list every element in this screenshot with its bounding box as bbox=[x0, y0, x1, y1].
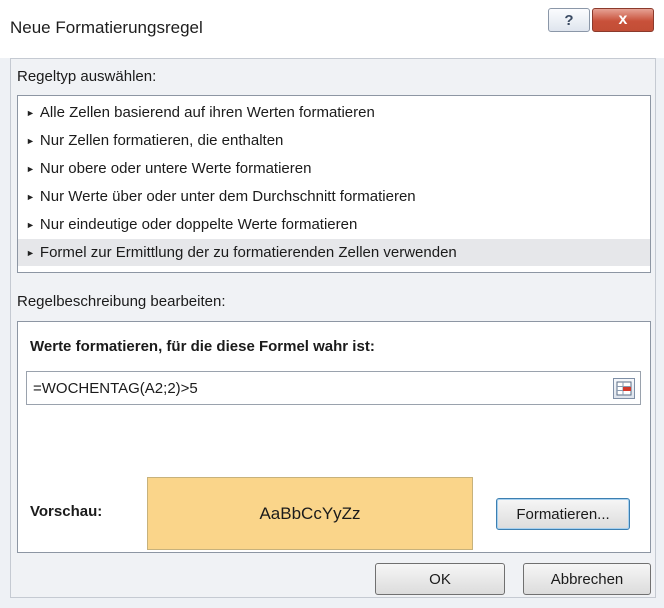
bullet-icon: ► bbox=[26, 247, 35, 258]
rule-type-item-label: Nur Zellen formatieren, die enthalten bbox=[39, 132, 284, 149]
rule-description-panel: Werte formatieren, für die diese Formel … bbox=[17, 321, 651, 553]
ok-button[interactable]: OK bbox=[375, 563, 505, 595]
formula-heading: Werte formatieren, für die diese Formel … bbox=[30, 338, 375, 355]
format-button[interactable]: Formatieren... bbox=[496, 498, 630, 530]
range-select-icon bbox=[616, 381, 632, 396]
bullet-icon: ► bbox=[26, 163, 35, 174]
rule-type-list[interactable]: ► Alle Zellen basierend auf ihren Werten… bbox=[17, 95, 651, 273]
cancel-button[interactable]: Abbrechen bbox=[523, 563, 651, 595]
cancel-button-label: Abbrechen bbox=[550, 570, 624, 588]
title-bar[interactable]: Neue Formatierungsregel ? x bbox=[0, 0, 664, 58]
cell-reference-button[interactable] bbox=[613, 378, 635, 399]
formula-input[interactable]: =WOCHENTAG(A2;2)>5 bbox=[26, 371, 641, 405]
rule-type-label: Regeltyp auswählen: bbox=[17, 68, 157, 85]
help-icon: ? bbox=[564, 11, 574, 29]
rule-type-item-label: Nur Werte über oder unter dem Durchschni… bbox=[39, 188, 416, 205]
rule-type-item[interactable]: ► Nur obere oder untere Werte formatiere… bbox=[18, 155, 650, 182]
rule-type-item-label: Nur eindeutige oder doppelte Werte forma… bbox=[39, 216, 358, 233]
rule-type-item-label: Alle Zellen basierend auf ihren Werten f… bbox=[39, 104, 375, 121]
rule-type-item[interactable]: ► Nur Zellen formatieren, die enthalten bbox=[18, 127, 650, 154]
rule-type-item-label: Formel zur Ermittlung der zu formatieren… bbox=[39, 244, 457, 261]
rule-type-item-selected[interactable]: ► Formel zur Ermittlung der zu formatier… bbox=[18, 239, 650, 266]
preview-sample-text: AaBbCcYyZz bbox=[259, 503, 361, 523]
close-button[interactable]: x bbox=[592, 8, 654, 32]
preview-label: Vorschau: bbox=[30, 503, 103, 520]
rule-type-item[interactable]: ► Nur eindeutige oder doppelte Werte for… bbox=[18, 211, 650, 238]
bullet-icon: ► bbox=[26, 107, 35, 118]
dialog-window: Neue Formatierungsregel ? x Regeltyp aus… bbox=[0, 0, 664, 608]
ok-button-label: OK bbox=[429, 570, 451, 588]
bullet-icon: ► bbox=[26, 135, 35, 146]
dialog-title: Neue Formatierungsregel bbox=[10, 18, 203, 37]
bullet-icon: ► bbox=[26, 191, 35, 202]
close-icon: x bbox=[618, 11, 628, 28]
formula-value: =WOCHENTAG(A2;2)>5 bbox=[33, 380, 198, 397]
preview-sample: AaBbCcYyZz bbox=[147, 477, 473, 550]
rule-type-item[interactable]: ► Alle Zellen basierend auf ihren Werten… bbox=[18, 99, 650, 126]
bullet-icon: ► bbox=[26, 219, 35, 230]
rule-type-item-label: Nur obere oder untere Werte formatieren bbox=[39, 160, 312, 177]
rule-type-item[interactable]: ► Nur Werte über oder unter dem Durchsch… bbox=[18, 183, 650, 210]
format-button-label: Formatieren... bbox=[516, 505, 610, 523]
rule-description-label: Regelbeschreibung bearbeiten: bbox=[17, 293, 226, 310]
help-button[interactable]: ? bbox=[548, 8, 590, 32]
dialog-body: Regeltyp auswählen: ► Alle Zellen basier… bbox=[10, 58, 656, 598]
